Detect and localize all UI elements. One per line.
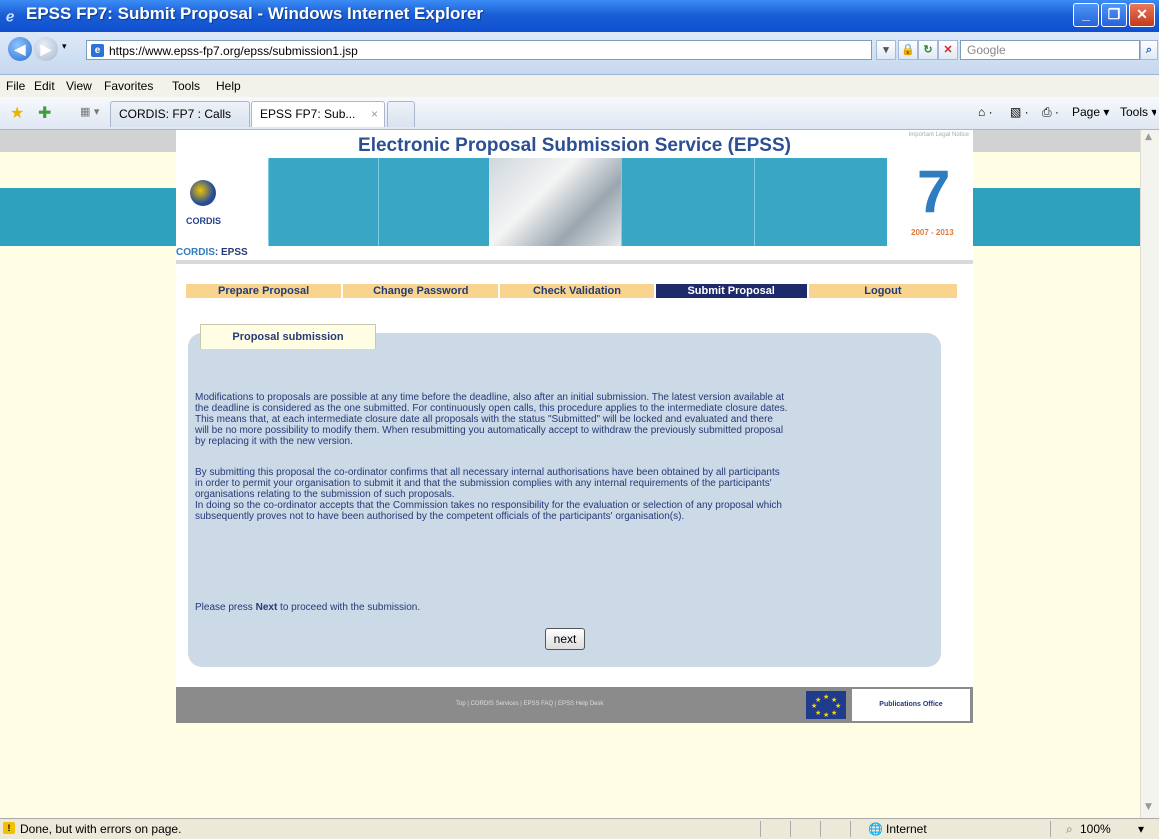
forward-button[interactable]: ▶ (34, 37, 58, 61)
menu-help[interactable]: Help (216, 79, 241, 93)
globe-icon: 🌐 (868, 822, 883, 836)
page-menu[interactable]: Page ▾ (1072, 105, 1109, 119)
epss-page: Electronic Proposal Submission Service (… (176, 130, 973, 723)
epss-nav: Prepare Proposal Change Password Check V… (186, 284, 959, 298)
footer-links[interactable]: Top | CORDIS Services | EPSS FAQ | EPSS … (456, 701, 603, 707)
address-bar-row: ◀ ▶ ▾ e https://www.epss-fp7.org/epss/su… (0, 32, 1159, 75)
modifications-paragraph: Modifications to proposals are possible … (195, 392, 788, 447)
instruction-suffix: to proceed with the submission. (277, 602, 421, 613)
zoom-dropdown-icon[interactable]: ▾ (1138, 822, 1144, 836)
search-icon[interactable]: ⌕ (1140, 40, 1158, 60)
cordis-logo-text: CORDIS (186, 216, 222, 226)
banner-panel (621, 158, 755, 246)
nav-submit-proposal[interactable]: Submit Proposal (655, 284, 807, 298)
instruction-text: Please press Next to proceed with the su… (195, 602, 420, 613)
new-tab-button[interactable] (387, 101, 415, 127)
instruction-next-word: Next (255, 602, 278, 613)
site-banner: CORDIS 7 2007 - 2013 (176, 158, 973, 246)
breadcrumb-current: : EPSS (214, 247, 248, 258)
scroll-up-icon[interactable]: ▲ (1145, 132, 1152, 142)
address-dropdown-icon[interactable]: ▾ (876, 40, 896, 60)
nav-change-password[interactable]: Change Password (343, 284, 499, 298)
tab-epss-submit[interactable]: EPSS FP7: Sub... × (251, 101, 385, 127)
page-icon: e (91, 44, 104, 57)
add-favorites-icon[interactable]: ✚ (38, 103, 51, 122)
status-text: Done, but with errors on page. (20, 822, 182, 836)
window-titlebar: ℯ EPSS FP7: Submit Proposal - Windows In… (0, 0, 1159, 32)
scroll-down-icon[interactable]: ▼ (1145, 802, 1152, 812)
next-button[interactable]: next (545, 628, 585, 650)
tab-label: CORDIS: FP7 : Calls (119, 107, 232, 121)
menu-view[interactable]: View (66, 79, 92, 93)
address-url: https://www.epss-fp7.org/epss/submission… (109, 44, 358, 58)
status-bar: ! Done, but with errors on page. 🌐 Inter… (0, 818, 1159, 839)
zone-text: Internet (886, 822, 927, 836)
tab-label: EPSS FP7: Sub... (260, 107, 356, 121)
breadcrumb: CORDIS: EPSS (176, 246, 973, 264)
refresh-icon[interactable]: ↻ (918, 40, 938, 60)
eu-flag-icon: ★ ★ ★ ★ ★ ★ ★ ★ (806, 691, 846, 719)
nav-check-validation[interactable]: Check Validation (500, 284, 654, 298)
tools-menu[interactable]: Tools ▾ (1120, 105, 1156, 119)
instruction-prefix: Please press (195, 602, 256, 613)
menu-file[interactable]: File (6, 79, 25, 93)
tab-bar: ★ ✚ ▦ ▾ CORDIS: FP7 : Calls EPSS FP7: Su… (0, 97, 1159, 130)
fp7-logo: 7 2007 - 2013 (887, 158, 973, 246)
window-title: EPSS FP7: Submit Proposal - Windows Inte… (26, 4, 484, 23)
site-footer: Top | CORDIS Services | EPSS FAQ | EPSS … (176, 687, 973, 723)
legal-notice-link[interactable]: Important Legal Notice (909, 132, 969, 138)
menu-edit[interactable]: Edit (34, 79, 55, 93)
print-icon[interactable]: ⎙ · (1042, 105, 1059, 120)
quick-tabs-icon[interactable]: ▦ ▾ (80, 105, 99, 118)
zoom-icon: ⌕ (1066, 822, 1073, 836)
banner-panel (268, 158, 379, 246)
menu-bar: File Edit View Favorites Tools Help (0, 75, 1159, 98)
cordis-logo-icon (190, 180, 216, 206)
menu-tools[interactable]: Tools (172, 79, 200, 93)
ie-icon: ℯ (6, 8, 15, 24)
banner-photo (489, 158, 621, 246)
address-field[interactable]: e https://www.epss-fp7.org/epss/submissi… (86, 40, 872, 60)
banner-panel (378, 158, 490, 246)
fp7-seven-icon: 7 (917, 158, 951, 225)
feeds-icon[interactable]: ▧ · (1010, 105, 1029, 119)
history-dropdown-icon[interactable]: ▾ (62, 42, 67, 52)
vertical-scrollbar[interactable]: ▲ ▼ (1140, 130, 1159, 818)
favorites-star-icon[interactable]: ★ (10, 103, 24, 122)
fp7-years: 2007 - 2013 (911, 228, 954, 237)
close-button[interactable]: ✕ (1129, 3, 1155, 27)
cordis-logo-box[interactable]: CORDIS (176, 158, 268, 246)
banner-panel (754, 158, 888, 246)
zoom-level[interactable]: 100% (1080, 822, 1111, 836)
site-title: Electronic Proposal Submission Service (… (358, 135, 791, 156)
home-icon[interactable]: ⌂ · (978, 105, 993, 119)
menu-favorites[interactable]: Favorites (104, 79, 153, 93)
panel-tab-proposal-submission: Proposal submission (200, 324, 376, 349)
lock-icon[interactable]: 🔒 (898, 40, 918, 60)
stop-icon[interactable]: ✕ (938, 40, 958, 60)
maximize-button[interactable]: ❐ (1101, 3, 1127, 27)
back-button[interactable]: ◀ (8, 37, 32, 61)
tab-cordis-calls[interactable]: CORDIS: FP7 : Calls (110, 101, 250, 127)
warning-icon[interactable]: ! (3, 822, 15, 834)
nav-logout[interactable]: Logout (808, 284, 957, 298)
breadcrumb-cordis-link[interactable]: CORDIS (176, 247, 215, 258)
nav-prepare-proposal[interactable]: Prepare Proposal (186, 284, 342, 298)
page-viewport: Electronic Proposal Submission Service (… (0, 130, 1140, 818)
search-input[interactable]: Google (960, 40, 1140, 60)
tab-close-icon[interactable]: × (371, 102, 378, 126)
minimize-button[interactable]: _ (1073, 3, 1099, 27)
authorisation-paragraph: By submitting this proposal the co-ordin… (195, 467, 782, 522)
publications-office-logo[interactable]: Publications Office (852, 689, 970, 721)
